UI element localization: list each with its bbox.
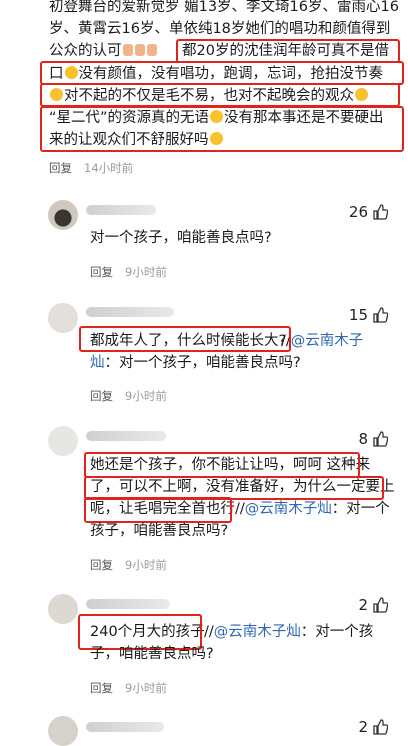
reply-button[interactable]: 回复 <box>90 681 113 695</box>
comment-text-line: 孩子，咱能善良点吗? <box>90 523 229 539</box>
avatar[interactable] <box>48 303 78 333</box>
highlight-box <box>79 326 291 352</box>
comment-text: 对一个孩子，咱能善良点吗? <box>90 230 272 246</box>
comment-text: ：对一个孩子，咱能善良点吗? <box>104 355 301 371</box>
highlight-box <box>40 106 404 152</box>
highlight-box <box>84 452 360 478</box>
like-count: 26 <box>348 203 368 221</box>
mention-link[interactable]: @云南木子灿 <box>214 624 301 640</box>
comment-text: ：对一个孩 <box>300 624 374 640</box>
reply-button[interactable]: 回复 <box>49 161 72 175</box>
avatar[interactable] <box>48 426 78 456</box>
highlight-box <box>40 83 400 107</box>
like-count: 2 <box>358 718 368 736</box>
repost-separator: // <box>204 624 214 640</box>
avatar[interactable] <box>48 200 78 230</box>
comment-text: 公众的认可 <box>49 43 122 59</box>
highlight-box <box>84 497 232 523</box>
reply-button[interactable]: 回复 <box>90 389 113 403</box>
username-blurred[interactable] <box>86 599 170 609</box>
avatar[interactable] <box>48 716 78 746</box>
repost-separator: // <box>235 501 245 517</box>
like-count: 8 <box>358 430 368 448</box>
username-blurred[interactable] <box>86 431 166 441</box>
like-count: 2 <box>358 596 368 614</box>
avatar[interactable] <box>48 594 78 624</box>
thumbs-up-icon[interactable] <box>372 597 388 613</box>
comment-time: 9小时前 <box>125 681 167 695</box>
comment-time: 9小时前 <box>125 389 167 403</box>
thumbs-up-icon[interactable] <box>372 307 388 323</box>
thumbs-up-icon[interactable] <box>372 719 388 735</box>
thumbs-up-emoji-icon <box>134 44 145 56</box>
highlight-box <box>176 39 400 63</box>
comment-time: 9小时前 <box>125 265 167 279</box>
thumbs-up-icon[interactable] <box>372 431 388 447</box>
reply-button[interactable]: 回复 <box>90 265 113 279</box>
highlight-box <box>40 61 404 85</box>
username-blurred[interactable] <box>86 722 164 732</box>
thumbs-up-emoji-icon <box>122 44 133 56</box>
comment-text-line: 岁、黄霄云16岁、单依纯18岁她们的唱功和颜值得到 <box>49 21 391 37</box>
reply-button[interactable]: 回复 <box>90 558 113 572</box>
comment-text-line: 子，咱能善良点吗? <box>90 646 214 662</box>
mention-link[interactable]: @云南木子 <box>291 333 364 349</box>
mention-link[interactable]: @云南木子灿 <box>245 501 332 517</box>
mention-link[interactable]: 灿 <box>90 355 105 371</box>
thumbs-up-emoji-icon <box>146 44 157 56</box>
like-count: 15 <box>348 306 368 324</box>
thumbs-up-icon[interactable] <box>372 204 388 220</box>
username-blurred[interactable] <box>86 307 174 317</box>
comment-time: 9小时前 <box>125 558 167 572</box>
comment-time: 14小时前 <box>84 161 134 175</box>
comment-text: ：对一个 <box>331 501 390 517</box>
comment-text-line: 初登舞台的爱新觉罗 媚13岁、李文琦16岁、雷雨心16 <box>49 0 399 15</box>
username-blurred[interactable] <box>86 205 156 215</box>
